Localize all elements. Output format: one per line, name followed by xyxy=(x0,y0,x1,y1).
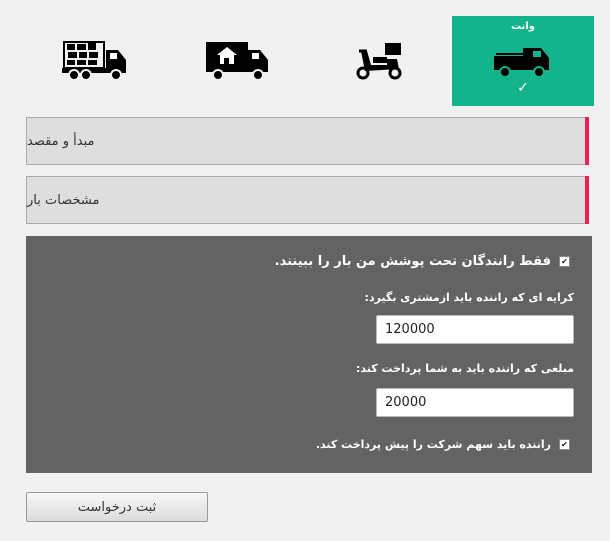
options-panel: ✔ فقط رانندگان تحت پوشش من بار را ببینند… xyxy=(26,236,592,473)
section-accent xyxy=(585,176,589,224)
fare-input[interactable] xyxy=(376,315,574,344)
covered-drivers-checkbox[interactable]: ✔ xyxy=(559,256,570,267)
vehicle-option-pickup[interactable]: وانت ✓ xyxy=(452,16,594,106)
covered-drivers-label: فقط رانندگان تحت پوشش من بار را ببینند. xyxy=(274,254,551,269)
selected-check-icon: ✓ xyxy=(517,80,529,96)
pay-label: مبلغی که راننده باید به شما پرداخت کند: xyxy=(355,362,574,375)
fare-label: کرایه ای که راننده باید ازمشتری بگیرد: xyxy=(364,291,574,304)
vehicle-option-cargo-truck[interactable] xyxy=(24,16,166,106)
section-accent xyxy=(585,117,589,165)
section-title: مشخصات بار xyxy=(27,192,100,208)
vehicle-label: وانت xyxy=(511,21,535,32)
vehicle-option-motorcycle[interactable] xyxy=(308,16,450,106)
prepay-row: ✔ راننده باید سهم شرکت را پیش پرداخت کند… xyxy=(316,438,570,451)
motorcycle-delivery-icon xyxy=(351,41,407,81)
pickup-truck-icon xyxy=(493,43,553,79)
prepay-checkbox[interactable]: ✔ xyxy=(559,439,570,450)
prepay-label: راننده باید سهم شرکت را پیش پرداخت کند. xyxy=(315,438,551,451)
section-origin-destination[interactable]: مبدأ و مقصد xyxy=(26,117,589,165)
section-title: مبدأ و مقصد xyxy=(27,133,95,149)
vehicle-selector: وانت ✓ xyxy=(24,16,594,106)
vehicle-option-box-truck[interactable] xyxy=(166,16,308,106)
box-truck-icon xyxy=(204,40,270,82)
submit-label: ثبت درخواست xyxy=(77,499,157,515)
pay-input[interactable] xyxy=(376,388,574,417)
submit-request-button[interactable]: ثبت درخواست xyxy=(26,492,208,522)
section-cargo-details[interactable]: مشخصات بار xyxy=(26,176,589,224)
cargo-truck-icon xyxy=(62,40,128,82)
covered-drivers-row: ✔ فقط رانندگان تحت پوشش من بار را ببینند… xyxy=(275,254,570,269)
